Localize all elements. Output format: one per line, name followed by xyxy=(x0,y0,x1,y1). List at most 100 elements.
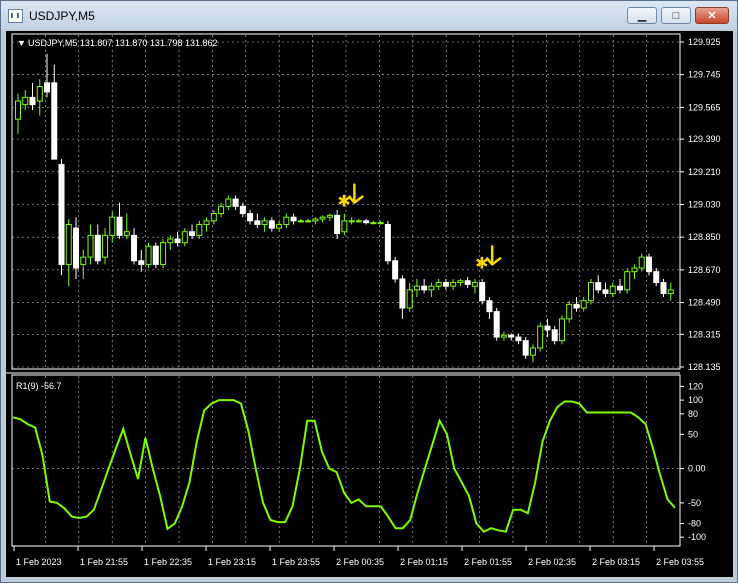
indicator-axis-label: 100 xyxy=(688,395,703,405)
candle-body-bear xyxy=(305,220,312,223)
candle-body-bull xyxy=(537,325,544,349)
candle-body-bear xyxy=(239,205,246,215)
price-axis-label: 128.670 xyxy=(688,265,721,275)
indicator-axis-label: -80 xyxy=(688,518,701,528)
indicator-axis-label: 50 xyxy=(688,429,698,439)
candle-body-bull xyxy=(36,85,43,102)
price-panel[interactable] xyxy=(6,31,733,371)
time-axis-label: 1 Feb 23:55 xyxy=(272,557,320,567)
candle-body-bear xyxy=(232,198,239,207)
price-axis-label: 129.390 xyxy=(688,134,721,144)
price-axis-label: 128.315 xyxy=(688,329,721,339)
candle-body-bull xyxy=(428,285,435,291)
time-axis-label: 1 Feb 22:35 xyxy=(144,557,192,567)
candle-body-bull xyxy=(283,216,290,225)
candle-body-bull xyxy=(218,205,225,215)
candle-body-bull xyxy=(87,234,94,258)
candle-body-bear xyxy=(254,220,261,225)
minimize-button[interactable]: ▁ xyxy=(627,7,657,24)
candle-body-bull xyxy=(341,220,348,233)
indicator-axis-label: 80 xyxy=(688,409,698,419)
candle-body-bear xyxy=(645,256,652,273)
candle-body-bear xyxy=(464,280,471,285)
candle-body-bull xyxy=(587,282,594,302)
candle-body-bull xyxy=(22,96,29,106)
candle-body-bull xyxy=(196,223,203,236)
candle-body-bear xyxy=(522,340,529,356)
candle-body-bear xyxy=(479,282,486,302)
candle-body-bear xyxy=(174,238,181,244)
maximize-button[interactable]: □ xyxy=(661,7,691,24)
price-axis-label: 129.210 xyxy=(688,167,721,177)
window-title: USDJPY,M5 xyxy=(29,9,95,23)
candle-body-bear xyxy=(573,303,580,309)
candle-body-bull xyxy=(609,285,616,294)
candle-body-bull xyxy=(457,280,464,284)
candle-body-bear xyxy=(370,222,377,225)
signal-star-icon: ✱ xyxy=(475,253,488,272)
candle-body-bear xyxy=(508,334,515,338)
chart-canvas[interactable]: ✱ ✱ 129.925 129.745 129.565 129.390 129.210 12… xyxy=(6,31,733,577)
candle-body-bear xyxy=(377,222,384,225)
candle-body-bear xyxy=(653,271,660,284)
time-axis-label: 1 Feb 23:15 xyxy=(208,557,256,567)
candle-body-bull xyxy=(624,271,631,291)
candle-body-bear xyxy=(297,220,304,223)
candle-body-bull xyxy=(225,198,232,207)
candle-body-bear xyxy=(421,285,428,291)
candle-body-bull xyxy=(160,242,167,265)
candle-body-bear xyxy=(131,234,138,262)
close-button[interactable]: ✕ xyxy=(695,7,729,24)
time-axis-label: 2 Feb 01:55 xyxy=(464,557,512,567)
chart-menu-icon[interactable]: ▼ xyxy=(17,38,26,48)
candle-body-bear xyxy=(544,325,551,331)
candle-body-bear xyxy=(44,82,51,93)
candle-body-bull xyxy=(80,256,87,265)
indicator-panel[interactable] xyxy=(6,375,733,577)
indicator-axis-label: -100 xyxy=(688,532,706,542)
candle-body-bull xyxy=(319,216,326,220)
candle-body-bull xyxy=(406,289,413,309)
candle-body-bull xyxy=(203,220,210,225)
chart-svg[interactable]: ✱ ✱ 129.925 129.745 129.565 129.390 129.210 12… xyxy=(6,31,733,577)
candle-body-bear xyxy=(138,260,145,265)
time-axis-label: 2 Feb 02:35 xyxy=(528,557,576,567)
time-axis-label: 2 Feb 01:15 xyxy=(400,557,448,567)
title-bar[interactable]: USDJPY,M5 ▁ □ ✕ xyxy=(1,1,737,29)
candle-body-bull xyxy=(413,285,420,291)
candle-body-bull xyxy=(566,303,573,320)
candle-body-bull xyxy=(102,234,109,258)
candle-body-bull xyxy=(580,300,587,309)
candle-body-bear xyxy=(551,329,558,342)
price-axis-label: 129.030 xyxy=(688,200,721,210)
price-axis-label: 128.850 xyxy=(688,232,721,242)
price-axis-label: 129.565 xyxy=(688,102,721,112)
candle-body-bear xyxy=(94,234,101,262)
candle-body-bull xyxy=(312,218,319,222)
chart-window: USDJPY,M5 ▁ □ ✕ ✱ ✱ 129.925 129.745 129.565… xyxy=(0,0,738,583)
price-axis-label: 129.745 xyxy=(688,70,721,80)
candle-body-bear xyxy=(486,300,493,313)
candle-body-bull xyxy=(450,282,457,287)
chart-window-icon xyxy=(8,9,23,23)
candle-body-bear xyxy=(392,260,399,280)
candle-body-bear xyxy=(595,282,602,291)
time-axis-label: 2 Feb 03:15 xyxy=(592,557,640,567)
indicator-axis-label: -50 xyxy=(688,498,701,508)
candle-body-bull xyxy=(65,223,72,265)
candle-body-bull xyxy=(558,318,565,342)
candle-body-bear xyxy=(493,311,500,338)
candle-body-bear xyxy=(189,231,196,236)
candle-body-bear xyxy=(399,278,406,309)
price-axis-label: 128.490 xyxy=(688,298,721,308)
candle-body-bear xyxy=(334,214,341,235)
indicator-axis-label: 0.00 xyxy=(688,464,706,474)
time-axis-label: 2 Feb 00:35 xyxy=(336,557,384,567)
candle-body-bear xyxy=(29,96,36,106)
price-axis-label: 128.135 xyxy=(688,362,721,372)
candle-body-bear xyxy=(73,227,80,269)
candle-body-bear xyxy=(616,285,623,291)
candle-body-bull xyxy=(109,216,116,236)
indicator-axis-label: 120 xyxy=(688,381,703,391)
candle-body-bear xyxy=(602,289,609,294)
